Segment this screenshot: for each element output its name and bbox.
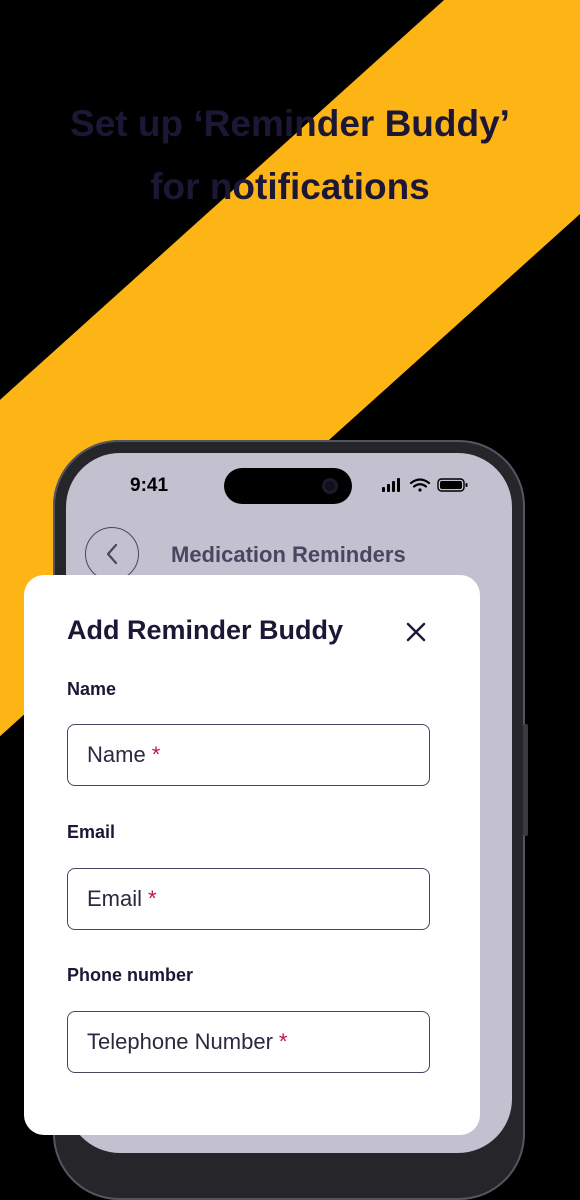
camera-icon	[322, 478, 338, 494]
battery-icon	[437, 478, 468, 492]
headline: Set up ‘Reminder Buddy’ for notification…	[0, 92, 580, 218]
status-time: 9:41	[130, 475, 169, 496]
status-icons	[382, 477, 470, 493]
name-label: Name	[67, 679, 117, 699]
chevron-left-icon	[106, 543, 118, 565]
sheet-title: Add Reminder Buddy	[67, 615, 344, 645]
email-label: Email	[67, 822, 116, 842]
phone-side-button	[523, 724, 528, 836]
name-input[interactable]: Name *	[67, 724, 430, 786]
phone-input[interactable]: Telephone Number *	[67, 1011, 430, 1073]
dynamic-island	[224, 468, 352, 504]
required-mark: *	[151, 742, 161, 767]
close-icon	[406, 622, 426, 642]
wifi-icon	[409, 478, 431, 492]
nav-title: Medication Reminders	[171, 542, 406, 567]
add-buddy-sheet: Add Reminder Buddy Name Name * Email Ema…	[24, 575, 480, 1135]
back-button[interactable]	[85, 527, 139, 581]
headline-line-2: for notifications	[150, 166, 430, 207]
phone-label: Phone number	[67, 965, 194, 985]
required-mark: *	[148, 886, 157, 911]
required-mark: *	[278, 1029, 288, 1054]
phone-placeholder: Telephone Number	[87, 1029, 273, 1054]
headline-line-1: Set up ‘Reminder Buddy’	[70, 103, 510, 144]
email-input[interactable]: Email *	[67, 868, 430, 930]
close-button[interactable]	[403, 619, 429, 645]
signal-icon	[382, 478, 400, 492]
name-placeholder: Name	[87, 742, 146, 767]
email-placeholder: Email	[87, 886, 143, 911]
